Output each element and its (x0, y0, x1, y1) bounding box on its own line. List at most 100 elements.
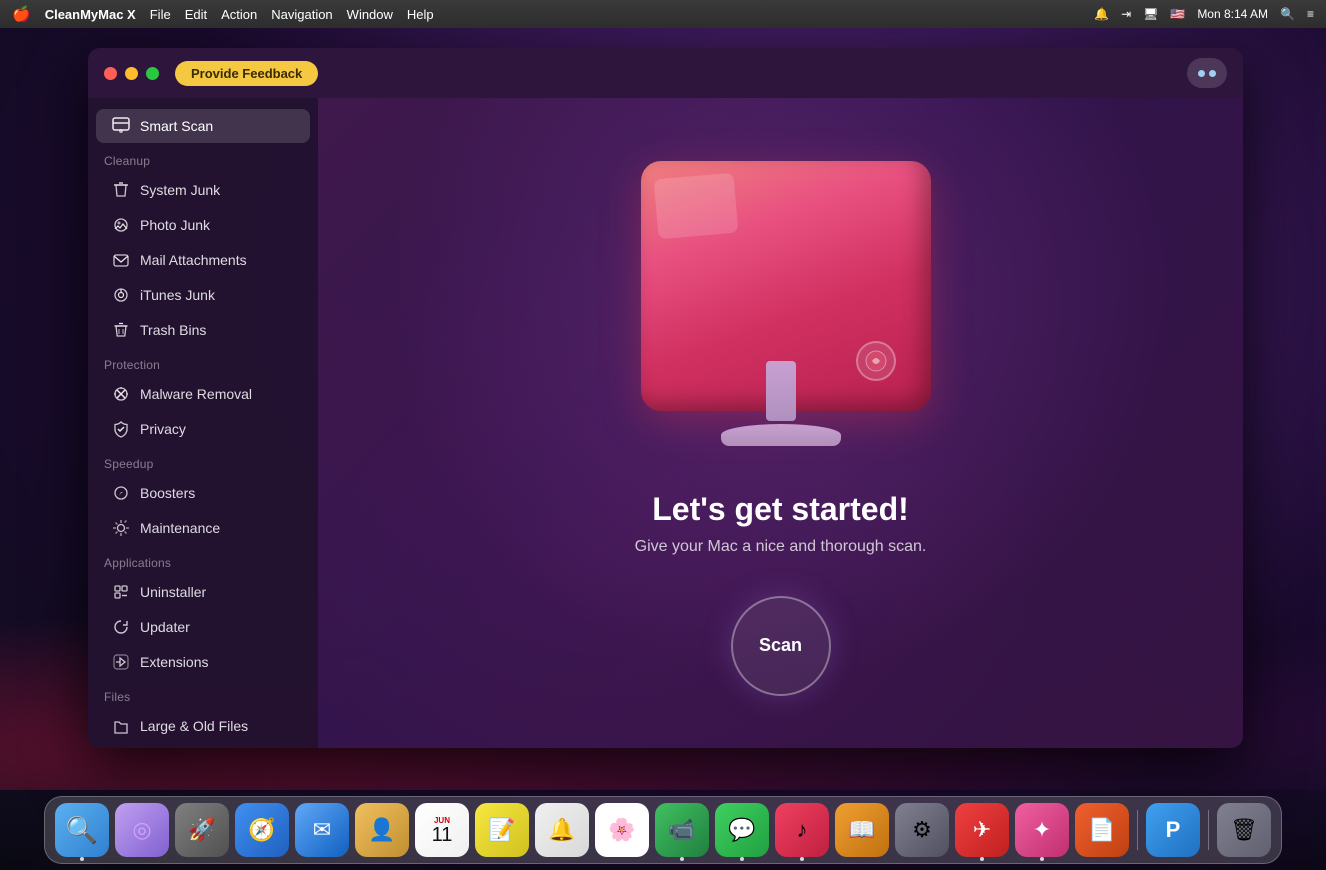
menu-edit[interactable]: Edit (185, 7, 207, 22)
malware-removal-label: Malware Removal (140, 386, 252, 402)
uninstaller-icon (112, 583, 130, 601)
dock-app-launchpad[interactable]: 🚀 (175, 803, 229, 857)
dock-app-system-preferences[interactable]: ⚙ (895, 803, 949, 857)
contacts-icon: 👤 (368, 817, 395, 843)
photo-junk-label: Photo Junk (140, 217, 210, 233)
system-junk-label: System Junk (140, 182, 220, 198)
boosters-label: Boosters (140, 485, 195, 501)
large-old-files-label: Large & Old Files (140, 718, 248, 734)
sidebar-item-shredder[interactable]: Shredder (96, 744, 310, 748)
sidebar-item-smart-scan[interactable]: Smart Scan (96, 109, 310, 143)
safari-icon: 🧭 (248, 817, 275, 843)
dock-app-finder[interactable]: 🔍 (55, 803, 109, 857)
notification-icon[interactable]: 🔔 (1094, 7, 1109, 21)
dock-app-facetime[interactable]: 📹 (655, 803, 709, 857)
airmail-icon: ✈ (973, 817, 991, 843)
sidebar-item-privacy[interactable]: Privacy (96, 412, 310, 446)
close-button[interactable] (104, 67, 117, 80)
menu-help[interactable]: Help (407, 7, 434, 22)
facetime-icon: 📹 (668, 817, 695, 843)
dock-dot-facetime (680, 857, 684, 861)
extensions-icon (112, 653, 130, 671)
messages-icon: 💬 (728, 817, 755, 843)
maintenance-icon (112, 519, 130, 537)
dock-dot-music (800, 857, 804, 861)
photos-icon: 🌸 (608, 817, 635, 843)
dock-app-proxyman[interactable]: P (1146, 803, 1200, 857)
dock-app-siri[interactable]: ◎ (115, 803, 169, 857)
malware-removal-icon (112, 385, 130, 403)
sidebar-item-malware-removal[interactable]: Malware Removal (96, 377, 310, 411)
titlebar: Provide Feedback (88, 48, 1243, 98)
sidebar-item-large-old-files[interactable]: Large & Old Files (96, 709, 310, 743)
sidebar-item-trash-bins[interactable]: Trash Bins (96, 313, 310, 347)
menu-navigation[interactable]: Navigation (271, 7, 332, 22)
dock-app-calendar[interactable]: JUN 11 (415, 803, 469, 857)
itunes-junk-label: iTunes Junk (140, 287, 215, 303)
app-name[interactable]: CleanMyMac X (45, 7, 136, 22)
sidebar-item-boosters[interactable]: Boosters (96, 476, 310, 510)
itunes-junk-icon (112, 286, 130, 304)
cleanmymac-icon: ✦ (1033, 817, 1051, 843)
menu-action[interactable]: Action (221, 7, 257, 22)
section-label-protection: Protection (88, 348, 318, 376)
extensions-label: Extensions (140, 654, 208, 670)
apple-menu[interactable]: 🍎 (12, 5, 31, 23)
mail-icon: ✉ (313, 817, 331, 843)
flag-icon[interactable]: 🇺🇸 (1170, 7, 1185, 21)
smart-scan-label: Smart Scan (140, 118, 213, 134)
dock-app-messages[interactable]: 💬 (715, 803, 769, 857)
display-icon[interactable]: 🖥 (1143, 7, 1158, 21)
system-junk-icon (112, 181, 130, 199)
desktop: Provide Feedback (0, 28, 1326, 870)
dock-app-books[interactable]: 📖 (835, 803, 889, 857)
dot-icon-1 (1198, 70, 1205, 77)
search-icon[interactable]: 🔍 (1280, 7, 1295, 21)
header-menu-button[interactable] (1187, 58, 1227, 88)
sidebar-item-updater[interactable]: Updater (96, 610, 310, 644)
sidebar-item-extensions[interactable]: Extensions (96, 645, 310, 679)
airplay-icon[interactable]: ⇥ (1121, 7, 1131, 21)
maximize-button[interactable] (146, 67, 159, 80)
minimize-button[interactable] (125, 67, 138, 80)
dock-app-mail[interactable]: ✉ (295, 803, 349, 857)
dock-app-cleanmymac[interactable]: ✦ (1015, 803, 1069, 857)
app-window: Provide Feedback (88, 48, 1243, 748)
mail-attachments-label: Mail Attachments (140, 252, 247, 268)
mail-attachments-icon (112, 251, 130, 269)
dock-app-reminders[interactable]: 🔔 (535, 803, 589, 857)
trash-bins-label: Trash Bins (140, 322, 206, 338)
monitor-stand-base (721, 424, 841, 446)
dock-dot-cleanmymac (1040, 857, 1044, 861)
dock-inner: 🔍 ◎ 🚀 🧭 ✉ 👤 (44, 796, 1282, 864)
feedback-button[interactable]: Provide Feedback (175, 61, 318, 86)
dock-app-airmail[interactable]: ✈ (955, 803, 1009, 857)
dock-separator-2 (1208, 810, 1209, 850)
sidebar-item-itunes-junk[interactable]: iTunes Junk (96, 278, 310, 312)
sidebar-item-system-junk[interactable]: System Junk (96, 173, 310, 207)
sidebar: Smart Scan Cleanup System Junk (88, 98, 318, 748)
updater-label: Updater (140, 619, 190, 635)
updater-icon (112, 618, 130, 636)
dock-app-music[interactable]: ♪ (775, 803, 829, 857)
scan-button[interactable]: Scan (731, 596, 831, 696)
photo-junk-icon (112, 216, 130, 234)
dock-app-notes[interactable]: 📝 (475, 803, 529, 857)
menu-window[interactable]: Window (347, 7, 393, 22)
sidebar-item-mail-attachments[interactable]: Mail Attachments (96, 243, 310, 277)
dock-app-trash[interactable]: 🗑 (1217, 803, 1271, 857)
dock-app-pdf-editor[interactable]: 📄 (1075, 803, 1129, 857)
dock: 🔍 ◎ 🚀 🧭 ✉ 👤 (0, 788, 1326, 870)
dock-app-contacts[interactable]: 👤 (355, 803, 409, 857)
control-center-icon[interactable]: ≡ (1307, 7, 1314, 21)
dock-dot-finder (80, 857, 84, 861)
trash-bins-icon (112, 321, 130, 339)
sidebar-item-uninstaller[interactable]: Uninstaller (96, 575, 310, 609)
menubar: 🍎 CleanMyMac X File Edit Action Navigati… (0, 0, 1326, 28)
sidebar-item-photo-junk[interactable]: Photo Junk (96, 208, 310, 242)
dock-app-photos[interactable]: 🌸 (595, 803, 649, 857)
menu-file[interactable]: File (150, 7, 171, 22)
sidebar-item-maintenance[interactable]: Maintenance (96, 511, 310, 545)
proxyman-icon: P (1166, 817, 1181, 843)
dock-app-safari[interactable]: 🧭 (235, 803, 289, 857)
